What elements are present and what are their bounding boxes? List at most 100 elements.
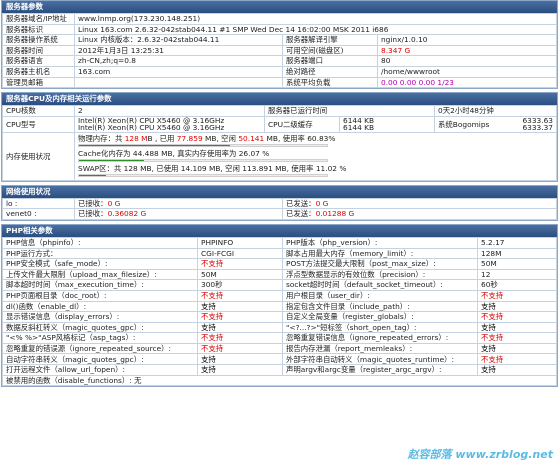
label-cell: CPU核数 xyxy=(2,105,75,117)
cpu-model-line: Intel(R) Xeon(R) CPU X5460 @ 3.16GHz xyxy=(78,123,225,133)
cache-memory-fill xyxy=(79,159,144,161)
iface-cell: venet0 : xyxy=(2,208,75,220)
table-row: 上传文件最大限制（upload_max_filesize）: 50M 浮点型数据显示… xyxy=(2,268,557,281)
table-row: 忽略重复的错误源（ignore_repeated_source）: 不支持 报告内存… xyxy=(2,342,557,355)
load-average-value: 0.00 0.00 0.00 1/23 xyxy=(377,76,557,89)
rx-label: 已接收： xyxy=(78,209,108,219)
memory-cell: 物理内存：共 128 MB , 已用 77.859 MB, 空闲 50.141 … xyxy=(74,131,557,181)
value-cell: 300秒 xyxy=(197,279,283,291)
value-cell: 163.com xyxy=(74,65,283,78)
table-row: 服务器语言 zh-CN,zh;q=0.8 服务器端口 80 xyxy=(2,55,557,67)
label-cell: PHP版本（php_version）: xyxy=(282,236,478,249)
label-cell: 服务器端口 xyxy=(282,55,378,67)
label-cell: 打开远程文件（allow_url_fopen）: xyxy=(2,364,198,376)
value-cell: 支持 xyxy=(197,364,283,376)
cpu-memory-section: 服务器CPU及内存相关运行参数 CPU核数 2 服务器已运行时间 0天2小时48… xyxy=(1,92,558,182)
label-cell: CPU二级缓存 xyxy=(264,115,340,133)
table-row: 脚本超时时间（max_execution_time）: 300秒 socket超时时… xyxy=(2,279,557,291)
value-cell: 2 xyxy=(74,105,265,117)
table-row: 显示错误信息（display_errors）: 不支持 自定义全局变量（regist… xyxy=(2,311,557,323)
cache-memory-line: Cache化内存为 44.488 MB, 真实内存使用率为 26.07 % xyxy=(78,148,270,158)
table-row: dl()函数（enable_dl）: 支持 指定包含文件目录（include_pat… xyxy=(2,300,557,313)
label-cell: 服务器解译引擎 xyxy=(282,34,378,46)
table-row: 服务器主机名 163.com 绝对路径 /home/wwwroot xyxy=(2,65,557,78)
label-cell: 显示错误信息（display_errors）: xyxy=(2,311,198,323)
rx-label: 已接收： xyxy=(78,198,108,208)
watermark: 赵容部落 www.zrblog.net xyxy=(407,448,553,461)
label-cell: 脚本超时时间（max_execution_time）: xyxy=(2,279,198,291)
label-cell: 绝对路径 xyxy=(282,65,378,78)
table-row: 服务器域名/IP地址 www.lnmp.org(173.230.148.251) xyxy=(2,13,557,25)
label-cell: "<?...?>"短标签（short_open_tag）: xyxy=(282,321,478,334)
value-cell: zh-CN,zh;q=0.8 xyxy=(74,55,283,67)
physical-memory-fill xyxy=(79,144,230,146)
label-cell: 忽略重复的错误源（ignore_repeated_source）: xyxy=(2,342,198,355)
value-cell: 支持 xyxy=(477,364,557,376)
label-cell: 指定包含文件目录（include_path）: xyxy=(282,300,478,313)
text: B , 已用 xyxy=(147,133,177,143)
label-cell: 可用空间(磁盘区) xyxy=(282,44,378,57)
value-cell: 支持 xyxy=(477,342,557,355)
label-cell: PHP运行方式： xyxy=(2,247,198,260)
rx-cell: 已接收：0 G xyxy=(74,197,283,210)
label-cell: 上传文件最大限制（upload_max_filesize）: xyxy=(2,268,198,281)
swap-rate: 11.02 % xyxy=(315,163,347,173)
label-cell: 数据反斜杠转义（magic_quotes_gpc）: xyxy=(2,321,198,334)
value-cell: 不支持 xyxy=(197,332,283,344)
value-cell: 50M xyxy=(477,258,557,270)
value-cell: 不支持 xyxy=(197,342,283,355)
cache-line: 6144 KB xyxy=(343,123,375,133)
table-row: venet0 : 已接收：0.36082 G 已发送：0.01288 G xyxy=(2,208,557,220)
value-cell: 50M xyxy=(197,268,283,281)
cpu-model-cell: Intel(R) Xeon(R) CPU X5460 @ 3.16GHz Int… xyxy=(74,115,265,133)
label-cell: 内存使用状况 xyxy=(2,131,75,181)
value-cell[interactable]: PHPINFO xyxy=(197,236,283,249)
server-params-section: 服务器参数 服务器域名/IP地址 www.lnmp.org(173.230.14… xyxy=(1,0,558,90)
table-row: lo : 已接收：0 G 已发送：0 G xyxy=(2,197,557,210)
table-row: CPU型号 Intel(R) Xeon(R) CPU X5460 @ 3.16G… xyxy=(2,115,557,133)
server-params-table: 服务器域名/IP地址 www.lnmp.org(173.230.148.251)… xyxy=(2,13,557,89)
label-cell: 用户根目录（user_dir）: xyxy=(282,289,478,302)
value-cell: 不支持 xyxy=(477,353,557,366)
table-row: 被禁用的函数（disable_functions）: 无 xyxy=(2,374,557,387)
php-section: PHP相关参数 PHP信息（phpinfo）: PHPINFO PHP版本（php_… xyxy=(1,223,558,388)
mem-rate: 60.83% xyxy=(307,133,336,143)
value-cell: nginx/1.0.10 xyxy=(377,34,557,46)
table-row: 服务器标识 Linux 163.com 2.6.32-042stab044.11… xyxy=(2,23,557,36)
table-row: PHP运行方式： CGI-FCGI 脚本占用最大内存（memory_limit）: 1… xyxy=(2,247,557,260)
label-cell: 服务器已运行时间 xyxy=(263,105,436,117)
label-cell: 声明argv和argc变量（register_argc_argv）: xyxy=(282,364,478,376)
text: SWAP区：共 128 MB, 已使用 14.109 MB, 空闲 113.89… xyxy=(78,163,316,173)
table-row: PHP页面根目录（doc_root）: 不支持 用户根目录（user_dir）: 不支… xyxy=(2,289,557,302)
table-row: PHP信息（phpinfo）: PHPINFO PHP版本（php_version）… xyxy=(2,236,557,249)
table-row: CPU核数 2 服务器已运行时间 0天2小时48分钟 xyxy=(2,105,557,117)
value-cell: 12 xyxy=(477,268,557,281)
value-cell: Linux 内核版本：2.6.32-042stab044.11 xyxy=(74,34,283,46)
value-cell: 支持 xyxy=(197,300,283,313)
section-title: 服务器参数 xyxy=(2,1,557,13)
tx-label: 已发送： xyxy=(286,198,316,208)
probe-page: 服务器参数 服务器域名/IP地址 www.lnmp.org(173.230.14… xyxy=(0,0,559,464)
iface-cell: lo : xyxy=(2,197,75,210)
table-row: PHP安全模式（safe_mode）: 不支持 POST方法提交最大限制（post_… xyxy=(2,258,557,270)
label-cell: 服务器时间 xyxy=(2,44,75,57)
rx-value: 0.36082 G xyxy=(107,209,147,219)
table-row: 服务器操作系统 Linux 内核版本：2.6.32-042stab044.11 … xyxy=(2,34,557,46)
tx-cell: 已发送：0 G xyxy=(282,197,557,210)
table-row: "<% %>"ASP风格标记（asp_tags）: 不支持 忽略重复错误信息（ign… xyxy=(2,332,557,344)
label-cell: 服务器主机名 xyxy=(2,65,75,78)
table-row: 管理员邮箱 系统平均负载 0.00 0.00 0.00 1/23 xyxy=(2,76,557,89)
value-cell: 不支持 xyxy=(477,289,557,302)
label-cell: 系统平均负载 xyxy=(282,76,378,89)
value-cell: 支持 xyxy=(477,300,557,313)
label-cell: 服务器操作系统 xyxy=(2,34,75,46)
value-cell: 不支持 xyxy=(477,332,557,344)
value-cell: www.lnmp.org(173.230.148.251) xyxy=(74,13,557,25)
table-row: 内存使用状况 物理内存：共 128 MB , 已用 77.859 MB, 空闲 … xyxy=(2,131,557,181)
value-cell: 60秒 xyxy=(477,279,557,291)
label-cell: 忽略重复错误信息（ignore_repeated_errors）: xyxy=(282,332,478,344)
network-table: lo : 已接收：0 G 已发送：0 G venet0 : 已接收：0.3608… xyxy=(2,197,557,220)
section-title: 网络使用状况 xyxy=(2,185,557,198)
label-cell: 服务器语言 xyxy=(2,55,75,67)
value-cell: /home/wwwroot xyxy=(377,65,557,78)
